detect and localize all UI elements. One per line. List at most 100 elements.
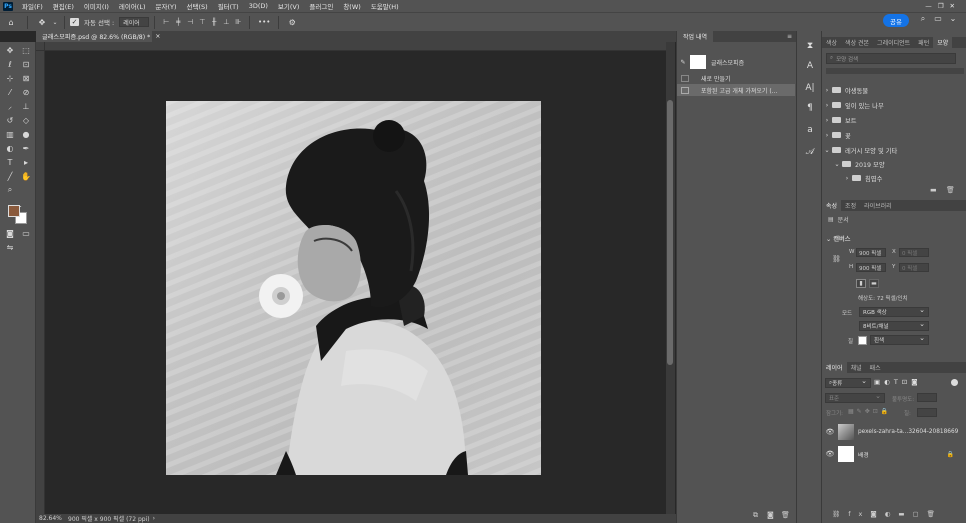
shape-folder-open[interactable]: ⌄ 2019 모양 — [822, 157, 966, 171]
more-options-icon[interactable]: ••• — [255, 15, 273, 30]
tab-shapes[interactable]: 모양 — [933, 37, 953, 48]
object-select-icon[interactable]: ⊡ — [19, 58, 33, 70]
layer-name[interactable]: 배경 — [858, 450, 869, 459]
menu-help[interactable]: 도움말(H) — [366, 1, 404, 11]
tab-libraries[interactable]: 라이브러리 — [860, 200, 896, 211]
blur-tool-icon[interactable]: ● — [19, 128, 33, 140]
tab-layers[interactable]: 레이어 — [822, 362, 847, 373]
panel-menu-icon[interactable]: ≡ — [787, 33, 796, 40]
filter-toggle-icon[interactable] — [951, 379, 958, 386]
shape-folder[interactable]: › 침엽수 — [822, 171, 966, 185]
tab-properties[interactable]: 속성 — [822, 200, 842, 211]
history-item[interactable]: 새로 만들기 — [677, 72, 795, 84]
gear-icon[interactable]: ⚙ — [284, 15, 300, 30]
shape-tool-icon[interactable]: ╱ — [3, 170, 17, 182]
auto-select-dropdown[interactable]: 레이어 — [119, 17, 150, 27]
zoom-tool-icon[interactable]: ⌕ — [3, 184, 17, 196]
menu-type[interactable]: 문자(Y) — [151, 1, 182, 11]
paragraph-style-icon[interactable]: A| — [803, 81, 817, 95]
move-tool-icon[interactable]: ✥ — [3, 44, 17, 56]
tab-channels[interactable]: 채널 — [847, 362, 866, 373]
shape-size-slider[interactable] — [826, 68, 964, 74]
eye-icon[interactable]: 👁 — [824, 450, 836, 458]
shape-folder[interactable]: › 야생동물 — [822, 83, 966, 97]
layer-row[interactable]: 👁 pexels-zahra-ta...32604-20818669 — [822, 422, 966, 442]
dodge-tool-icon[interactable]: ◐ — [3, 142, 17, 154]
camera-icon[interactable]: ◙ — [767, 511, 774, 519]
menu-3d[interactable]: 3D(D) — [244, 2, 273, 10]
lock-icons[interactable]: ▦✎✥⊡🔒 — [848, 408, 891, 415]
align-middle-icon[interactable]: ╫ — [208, 15, 220, 30]
eyedropper-tool-icon[interactable]: ⁄ — [3, 86, 17, 98]
hand-tool-icon[interactable]: ✋ — [19, 170, 33, 182]
align-left-icon[interactable]: ⊢ — [160, 15, 172, 30]
history-brush-icon[interactable]: ↺ — [3, 114, 17, 126]
eraser-tool-icon[interactable]: ◇ — [19, 114, 33, 126]
status-chevron-icon[interactable]: › — [150, 515, 155, 522]
arrange-icon[interactable]: ⌄ — [947, 14, 959, 27]
y-field[interactable]: 0 픽셀 — [899, 263, 929, 272]
vertical-scroll-thumb[interactable] — [667, 100, 673, 365]
menu-view[interactable]: 보기(V) — [273, 1, 304, 11]
type-tool-icon[interactable]: T — [3, 156, 17, 168]
menu-select[interactable]: 선택(S) — [182, 1, 213, 11]
trash-icon[interactable]: 🗑 — [946, 186, 955, 194]
align-bottom-icon[interactable]: ⊥ — [220, 15, 232, 30]
tab-color[interactable]: 색상 — [822, 37, 841, 48]
menu-plugins[interactable]: 플러그인 — [304, 1, 338, 11]
history-snapshot[interactable]: ✎ 글래스모피즘 — [677, 53, 795, 71]
tool-preset-chevron-icon[interactable]: ⌄ — [51, 15, 59, 30]
menu-edit[interactable]: 편집(E) — [48, 1, 79, 11]
eye-icon[interactable]: 👁 — [824, 428, 836, 436]
blend-mode-dropdown[interactable]: 표준 — [825, 392, 885, 403]
trash-icon[interactable]: 🗑 — [781, 511, 790, 519]
bit-depth-dropdown[interactable]: 8비트/채널 — [859, 320, 929, 331]
tab-swatches[interactable]: 색상 견본 — [841, 37, 873, 48]
stamp-tool-icon[interactable]: ⊥ — [19, 100, 33, 112]
share-button[interactable]: 공유 — [883, 14, 909, 27]
frame-tool-icon[interactable]: ⊠ — [19, 72, 33, 84]
window-controls[interactable]: —❐✕ — [920, 2, 966, 10]
shape-folder[interactable]: › 꽃 — [822, 128, 966, 142]
move-tool-icon[interactable]: ✥ — [33, 15, 51, 30]
shape-folder[interactable]: › 잎이 있는 나무 — [822, 98, 966, 112]
fill-opacity-field[interactable] — [917, 408, 937, 417]
lock-icon[interactable]: 🔒 — [947, 451, 954, 458]
character-style-icon[interactable]: 𝒜 — [803, 145, 817, 159]
canvas-photo[interactable] — [166, 101, 541, 475]
layer-filter-dropdown[interactable]: ⌕ 종류 — [825, 377, 871, 388]
align-right-icon[interactable]: ⊣ — [184, 15, 196, 30]
fill-dropdown[interactable]: 흰색 — [870, 334, 929, 345]
fill-color-swatch[interactable] — [858, 336, 867, 345]
pen-tool-icon[interactable]: ✒ — [19, 142, 33, 154]
shape-folder-open[interactable]: ⌄ 레거시 모양 및 기타 — [822, 143, 966, 157]
crop-tool-icon[interactable]: ⊹ — [3, 72, 17, 84]
lasso-tool-icon[interactable]: ℓ — [3, 58, 17, 70]
orientation-landscape-icon[interactable]: ▬ — [869, 279, 879, 288]
height-field[interactable]: 900 픽셀 — [856, 263, 886, 272]
tab-patterns[interactable]: 패턴 — [914, 37, 933, 48]
history-item-selected[interactable]: 포함된 고급 개체 가져오기 (... — [677, 84, 795, 96]
document-tab[interactable]: 글래스모피즘.psd @ 82.6% (RGB/8) * × — [36, 31, 160, 42]
close-icon[interactable]: × — [155, 33, 160, 40]
path-select-icon[interactable]: ▸ — [19, 156, 33, 168]
distribute-icon[interactable]: ⊪ — [232, 15, 244, 30]
width-field[interactable]: 900 픽셀 — [856, 248, 886, 257]
opacity-field[interactable] — [917, 393, 937, 402]
tab-adjustments[interactable]: 조정 — [841, 200, 860, 211]
document-info[interactable]: 900 픽셀 x 900 픽셀 (72 ppi) — [64, 514, 150, 523]
new-snapshot-from-doc-icon[interactable]: ⧉ — [753, 511, 758, 520]
menu-layer[interactable]: 레이어(L) — [114, 1, 151, 11]
shape-search-input[interactable]: ⌕ 모양 검색 — [826, 53, 956, 64]
search-icon[interactable]: ⌕ — [917, 14, 929, 27]
quick-mask-icon[interactable]: ◙ — [3, 227, 17, 239]
layer-filter-icons[interactable]: ▣◐T⊡◙ — [874, 378, 944, 388]
orientation-portrait-icon[interactable]: ▮ — [856, 279, 866, 288]
brush-tool-icon[interactable]: ⸝ — [3, 100, 17, 112]
ruler-origin[interactable] — [36, 42, 45, 51]
healing-brush-icon[interactable]: ⊘ — [19, 86, 33, 98]
home-icon[interactable]: ⌂ — [0, 15, 22, 30]
swap-icon[interactable]: ⇋ — [3, 241, 17, 253]
paragraph-panel-icon[interactable]: ¶ — [803, 101, 817, 115]
layer-name[interactable]: pexels-zahra-ta...32604-20818669 — [858, 429, 958, 435]
